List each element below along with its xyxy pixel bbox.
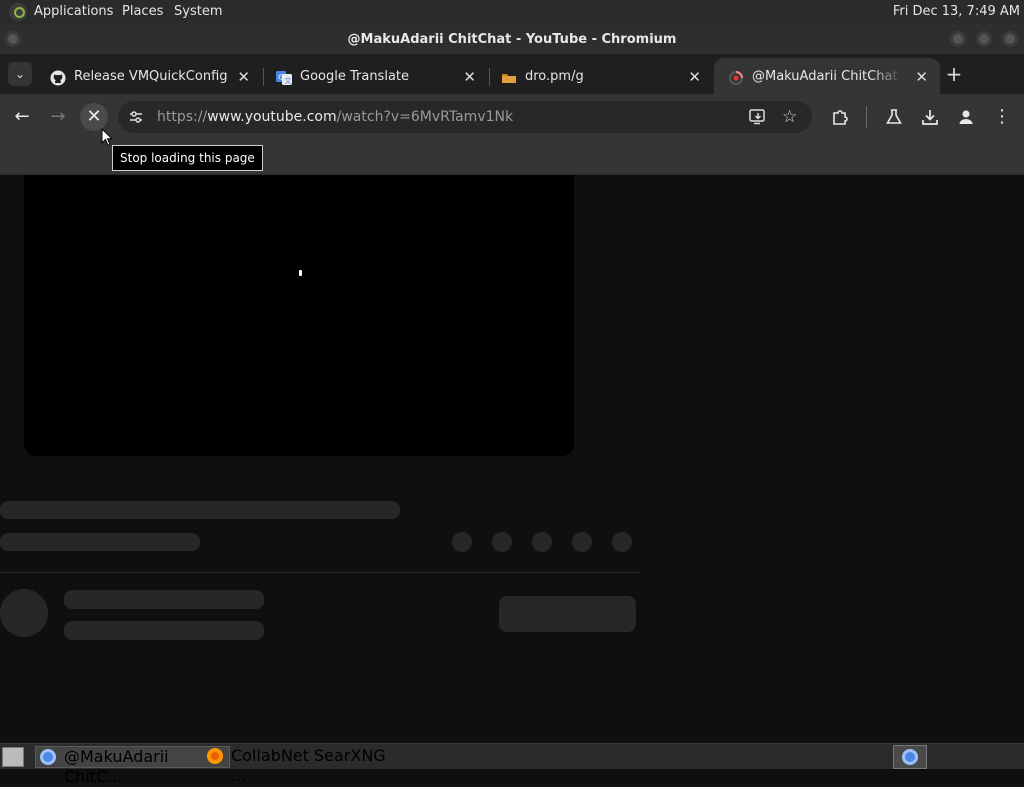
taskbar-item-label: CollabNet SearXNG ...: [231, 746, 386, 785]
folder-icon: [502, 74, 516, 83]
url-text: https://www.youtube.com/watch?v=6MvRTamv…: [157, 109, 514, 125]
taskbar-item-firefox[interactable]: CollabNet SearXNG ...: [203, 746, 401, 785]
taskbar-item-label: @MakuAdarii ChitC...: [64, 747, 169, 786]
video-player[interactable]: [24, 175, 574, 456]
stop-loading-tooltip: Stop loading this page: [112, 145, 263, 171]
profile-avatar-icon[interactable]: [957, 108, 975, 126]
new-tab-button[interactable]: +: [942, 62, 966, 86]
video-loading-indicator: [299, 270, 302, 276]
clock[interactable]: Fri Dec 13, 7:49 AM: [893, 0, 1020, 24]
content-divider: [0, 572, 640, 573]
show-desktop-icon[interactable]: [2, 747, 24, 767]
menu-places[interactable]: Places: [122, 0, 163, 24]
tab-release-vmquickconfig[interactable]: Release VMQuickConfig 1.6 ✕: [36, 58, 262, 94]
close-window-button[interactable]: [1002, 31, 1018, 47]
tab-label: Google Translate: [300, 69, 410, 84]
site-settings-icon[interactable]: [128, 109, 144, 125]
mouse-cursor-icon: [101, 128, 113, 147]
firefox-icon: [207, 748, 223, 764]
bookmark-star-icon[interactable]: ☆: [782, 101, 797, 133]
skeleton-subscribe-button: [499, 596, 636, 632]
tab-strip: Release VMQuickConfig 1.6 ✕ G 文 Google T…: [0, 54, 1024, 94]
skeleton-channel-meta: [64, 621, 264, 640]
top-panel: Applications Places System Fri Dec 13, 7…: [0, 0, 1024, 24]
loading-spinner-icon: [729, 71, 743, 85]
tab-close-icon[interactable]: ✕: [688, 58, 701, 96]
svg-text:文: 文: [285, 76, 292, 85]
tab-label: Release VMQuickConfig 1.6: [74, 69, 228, 84]
skeleton-channel-name: [64, 590, 264, 609]
window-titlebar[interactable]: @MakuAdarii ChitChat - YouTube - Chromiu…: [0, 24, 1024, 54]
skeleton-action-dot: [572, 532, 592, 552]
tab-youtube-active[interactable]: @MakuAdarii ChitChat - YouTube ✕: [714, 58, 940, 94]
tab-close-icon[interactable]: ✕: [915, 58, 928, 96]
menu-system[interactable]: System: [174, 0, 222, 24]
chromium-icon: [40, 749, 56, 765]
tab-label: dro.pm/g: [525, 69, 584, 84]
window-title: @MakuAdarii ChitChat - YouTube - Chromiu…: [347, 32, 677, 47]
toolbar-divider: [866, 106, 867, 128]
back-button[interactable]: ←: [9, 104, 35, 130]
skeleton-action-dot: [532, 532, 552, 552]
skeleton-action-dot: [492, 532, 512, 552]
stop-loading-button[interactable]: ✕: [80, 103, 108, 131]
menu-applications[interactable]: Applications: [34, 0, 113, 24]
tab-close-icon[interactable]: ✕: [463, 58, 476, 96]
google-translate-icon: G 文: [276, 71, 292, 85]
tab-google-translate[interactable]: G 文 Google Translate ✕: [262, 58, 488, 94]
extensions-puzzle-icon[interactable]: [831, 108, 849, 126]
skeleton-action-dot: [452, 532, 472, 552]
tab-label: @MakuAdarii ChitChat - YouTube: [752, 69, 902, 84]
tab-dro-pm[interactable]: dro.pm/g ✕: [487, 58, 713, 94]
skeleton-subtitle: [0, 533, 200, 551]
svg-text:G: G: [278, 74, 283, 82]
tray-chromium-icon[interactable]: [893, 745, 927, 769]
labs-flask-icon[interactable]: [885, 108, 903, 126]
taskbar-item-chromium[interactable]: @MakuAdarii ChitC...: [35, 746, 230, 786]
downloads-icon[interactable]: [921, 108, 939, 126]
install-app-icon[interactable]: [749, 109, 767, 125]
skeleton-channel-avatar: [0, 589, 48, 637]
skeleton-action-dot: [612, 532, 632, 552]
tab-search-chevron-icon[interactable]: ⌄: [8, 62, 32, 86]
tab-close-icon[interactable]: ✕: [237, 58, 250, 96]
minimize-button[interactable]: [950, 31, 966, 47]
chrome-menu-kebab-icon[interactable]: ⋮: [989, 104, 1015, 130]
maximize-button[interactable]: [976, 31, 992, 47]
skeleton-title: [0, 501, 400, 519]
address-bar[interactable]: https://www.youtube.com/watch?v=6MvRTamv…: [118, 101, 812, 133]
github-icon: [50, 70, 66, 86]
forward-button[interactable]: →: [45, 104, 71, 130]
distro-logo-icon[interactable]: [9, 3, 27, 21]
